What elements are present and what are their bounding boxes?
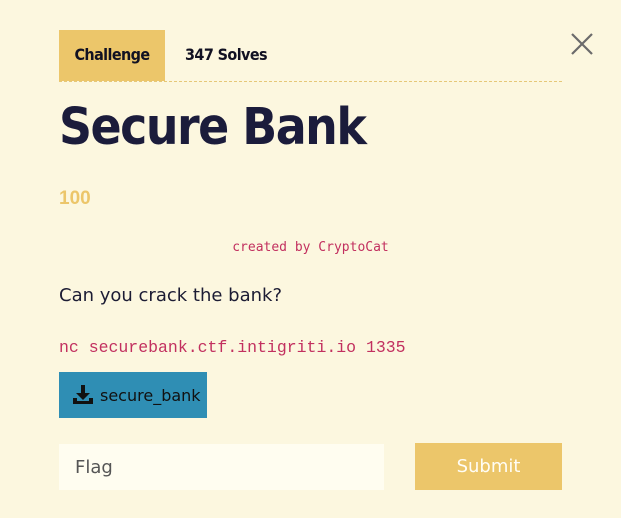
- flag-input[interactable]: [59, 444, 384, 490]
- tab-solves[interactable]: 347 Solves: [185, 30, 268, 81]
- file-name: secure_bank: [100, 385, 201, 405]
- submit-button[interactable]: Submit: [415, 443, 562, 490]
- challenge-title: Secure Bank: [59, 98, 367, 157]
- challenge-points: 100: [59, 188, 91, 209]
- challenge-description: Can you crack the bank?: [59, 285, 282, 306]
- tab-challenge[interactable]: Challenge: [59, 30, 165, 81]
- download-icon: [73, 385, 93, 404]
- connection-command: nc securebank.ctf.intigriti.io 1335: [59, 338, 406, 357]
- close-icon: [571, 33, 593, 55]
- challenge-tabs: Challenge 347 Solves: [59, 30, 562, 82]
- challenge-author: created by CryptoCat: [232, 240, 389, 255]
- download-file-button[interactable]: secure_bank: [59, 372, 207, 418]
- close-button[interactable]: [568, 30, 596, 58]
